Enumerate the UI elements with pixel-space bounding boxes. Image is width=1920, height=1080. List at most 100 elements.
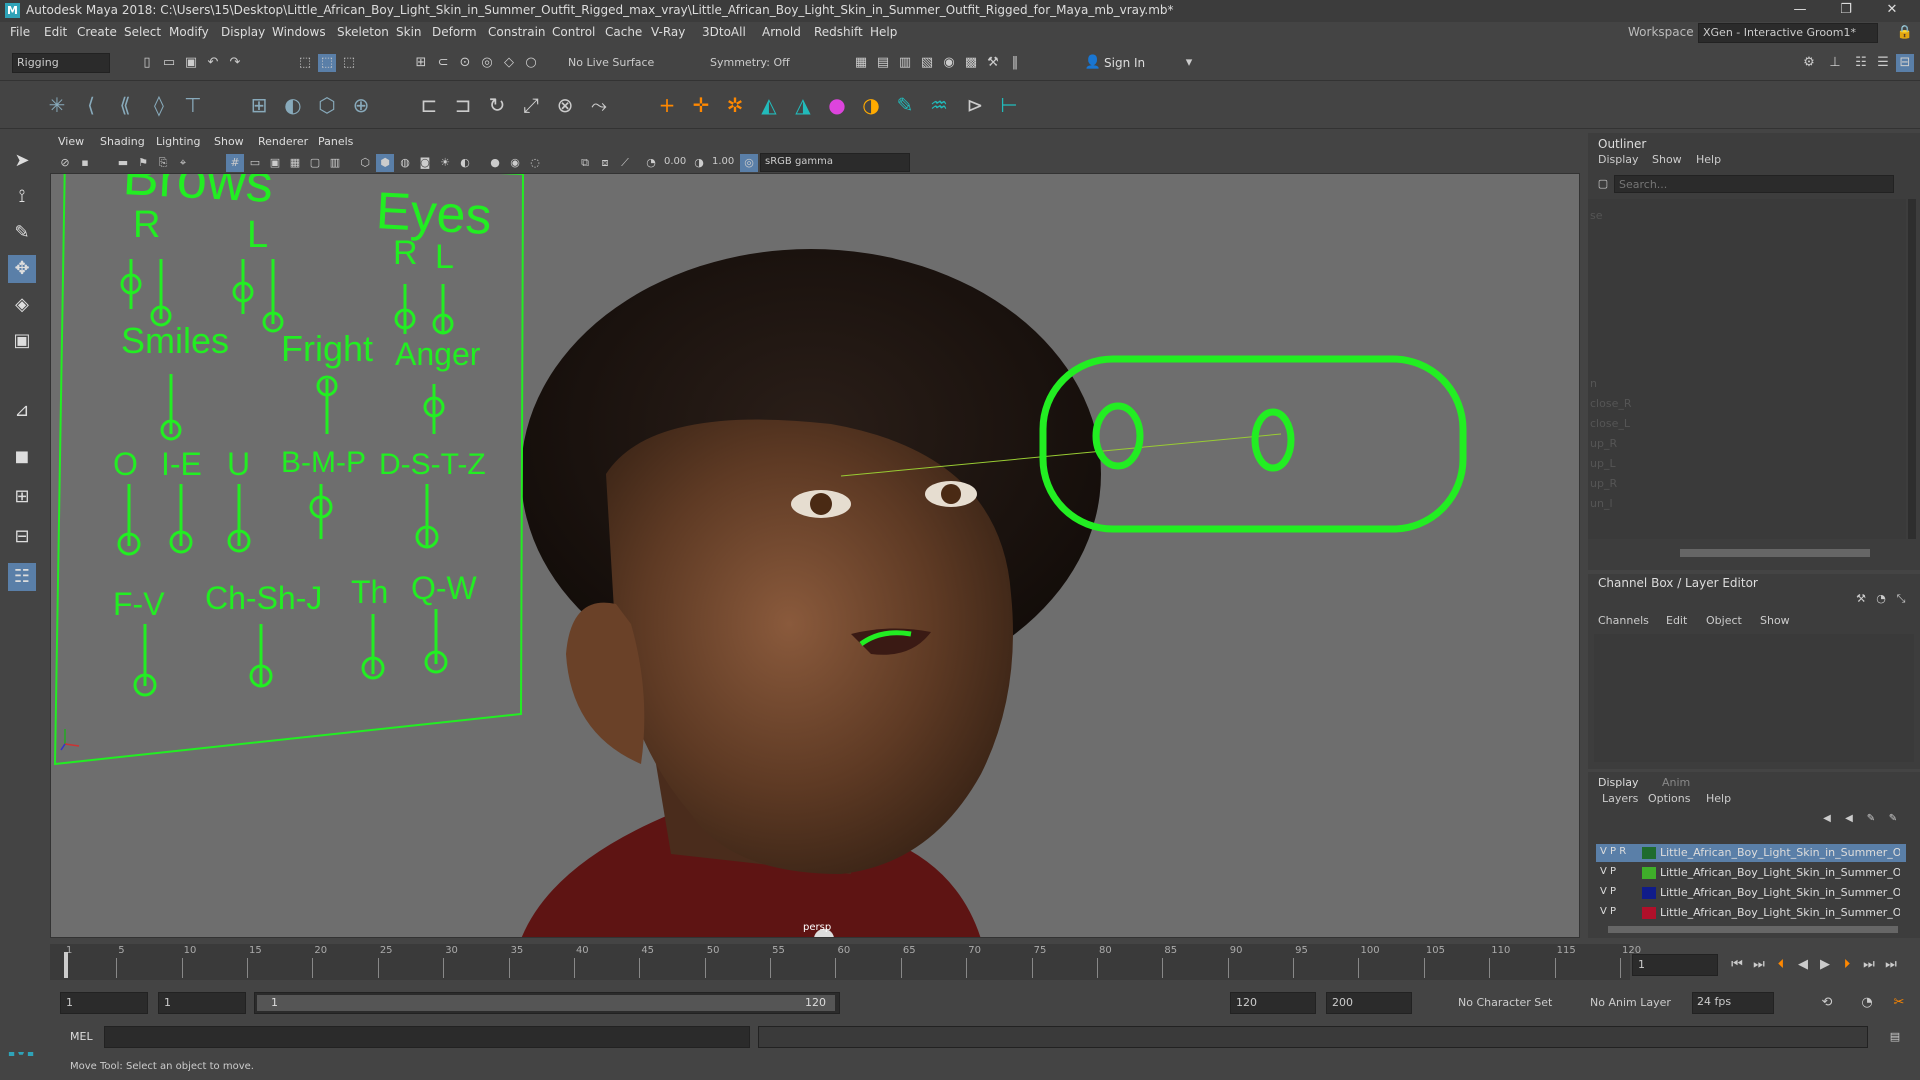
camera-select-icon[interactable]: ⊘ xyxy=(56,154,74,172)
menu-edit[interactable]: Edit xyxy=(44,25,67,39)
outliner-item[interactable]: close_R xyxy=(1590,397,1631,410)
lasso-tool-icon[interactable]: ⟟ xyxy=(8,183,36,211)
channelbox-icon-1[interactable]: ⚒ xyxy=(1852,590,1870,608)
blendshape-icon[interactable]: ◭ xyxy=(756,92,782,118)
current-frame-field[interactable]: 1 xyxy=(1632,954,1718,976)
menu-help[interactable]: Help xyxy=(870,25,897,39)
character-set-dropdown[interactable]: No Character Set xyxy=(1458,996,1552,1009)
outliner-menu-show[interactable]: Show xyxy=(1652,153,1682,166)
eye-aim-r-controller[interactable] xyxy=(1092,402,1144,470)
layer-menu-layers[interactable]: Layers xyxy=(1602,792,1638,805)
workspace-dropdown[interactable]: XGen - Interactive Groom1* xyxy=(1698,23,1878,43)
isolate-select-icon[interactable]: ⧉ xyxy=(576,154,594,172)
grid-icon[interactable]: # xyxy=(226,154,244,172)
undo-icon[interactable]: ↶ xyxy=(204,54,222,72)
layer-row[interactable]: V P Little_African_Boy_Light_Skin_in_Sum… xyxy=(1596,884,1906,902)
tab-display[interactable]: Display xyxy=(1598,776,1639,789)
channelbox-menu-channels[interactable]: Channels xyxy=(1598,614,1649,627)
select-component-icon[interactable]: ⬚ xyxy=(340,54,358,72)
color-management-icon[interactable]: ◎ xyxy=(740,154,758,172)
wireframe-on-shaded-icon[interactable]: ◍ xyxy=(396,154,414,172)
rotate-tool-icon[interactable]: ◈ xyxy=(8,291,36,319)
end-frame-field[interactable]: 200 xyxy=(1326,992,1412,1014)
eye-aim-l-controller[interactable] xyxy=(1251,408,1295,472)
mode-dropdown[interactable]: Rigging xyxy=(12,53,110,73)
ik-spline-icon[interactable]: ⟪ xyxy=(112,92,138,118)
layer-row[interactable]: V P R Little_African_Boy_Light_Skin_in_S… xyxy=(1596,844,1906,862)
move-tool-icon[interactable]: ✥ xyxy=(8,255,36,283)
xray-joints-icon[interactable]: ⟋ xyxy=(616,154,634,172)
persp-outliner-icon[interactable]: ☷ xyxy=(8,563,36,591)
move-layer-up-icon[interactable]: ◀ xyxy=(1818,810,1836,828)
outliner-menu-display[interactable]: Display xyxy=(1598,153,1639,166)
ik-handle-icon[interactable]: ⟨ xyxy=(78,92,104,118)
shape-editor-icon[interactable]: ◑ xyxy=(858,92,884,118)
new-layer-icon[interactable]: ✎ xyxy=(1862,810,1880,828)
snap-surface-icon[interactable]: ◇ xyxy=(500,54,518,72)
aim-constraint-icon[interactable]: ⊗ xyxy=(552,92,578,118)
menu-vray[interactable]: V-Ray xyxy=(651,25,685,39)
exposure-field[interactable]: 0.00 xyxy=(664,156,686,167)
insert-joint-icon[interactable]: ◊ xyxy=(146,92,172,118)
pause-icon[interactable]: ‖ xyxy=(1006,54,1024,72)
menu-skin[interactable]: Skin xyxy=(396,25,422,39)
lights-icon[interactable]: ☀ xyxy=(436,154,454,172)
anim-prefs-icon[interactable]: ✂ xyxy=(1890,994,1908,1012)
bookmark-icon[interactable]: ⚑ xyxy=(134,154,152,172)
joint-tool-icon[interactable]: ✳ xyxy=(44,92,70,118)
snap-vertex-icon[interactable]: ○ xyxy=(522,54,540,72)
loop-icon[interactable]: ⟲ xyxy=(1818,994,1836,1012)
menu-modify[interactable]: Modify xyxy=(169,25,209,39)
attribute-editor-icon[interactable]: ⊥ xyxy=(1826,54,1844,72)
outliner-hscrollbar[interactable] xyxy=(1680,549,1870,557)
lock-icon[interactable]: 🔒 xyxy=(1896,24,1914,42)
layer-row[interactable]: V P Little_African_Boy_Light_Skin_in_Sum… xyxy=(1596,864,1906,882)
ambient-occlusion-icon[interactable]: ● xyxy=(486,154,504,172)
select-hierarchy-icon[interactable]: ⬚ xyxy=(296,54,314,72)
menu-select[interactable]: Select xyxy=(124,25,161,39)
layer-color-swatch[interactable] xyxy=(1642,887,1656,899)
scale-tool-icon[interactable]: ▣ xyxy=(8,327,36,355)
select-tool-icon[interactable]: ➤ xyxy=(8,147,36,175)
menu-constrain[interactable]: Constrain xyxy=(488,25,546,39)
render-frame-icon[interactable]: ▤ xyxy=(874,54,892,72)
channelbox-content[interactable] xyxy=(1594,634,1914,762)
last-tool-icon[interactable]: ⊿ xyxy=(8,397,36,425)
menu-cache[interactable]: Cache xyxy=(605,25,642,39)
restore-button[interactable]: ❐ xyxy=(1826,2,1866,20)
mel-command-input[interactable] xyxy=(104,1026,750,1048)
sphere-icon[interactable]: ● xyxy=(824,92,850,118)
outliner-item[interactable]: un_l xyxy=(1590,497,1613,510)
current-frame-marker[interactable] xyxy=(64,952,68,978)
channelbox-menu-object[interactable]: Object xyxy=(1706,614,1742,627)
point-constraint-icon[interactable]: ⊐ xyxy=(450,92,476,118)
outliner-scrollbar[interactable] xyxy=(1908,199,1916,539)
select-object-icon[interactable]: ⬚ xyxy=(318,54,336,72)
range-slider[interactable]: 1 120 xyxy=(254,992,840,1014)
move-layer-down-icon[interactable]: ◀ xyxy=(1840,810,1858,828)
snap-view-icon[interactable]: ◎ xyxy=(478,54,496,72)
fps-dropdown[interactable]: 24 fps xyxy=(1692,992,1774,1014)
menu-display[interactable]: Display xyxy=(221,25,265,39)
outliner-toggle-icon[interactable]: ⊟ xyxy=(1896,54,1914,72)
snap-point-icon[interactable]: ⊙ xyxy=(456,54,474,72)
pole-vector-icon[interactable]: ⤳ xyxy=(586,92,612,118)
gate-mask-icon[interactable]: ▣ xyxy=(266,154,284,172)
symmetry-dropdown[interactable]: Symmetry: Off xyxy=(710,56,790,69)
safe-title-icon[interactable]: ▥ xyxy=(326,154,344,172)
menu-file[interactable]: File xyxy=(10,25,30,39)
camera-lock-icon[interactable]: ▪ xyxy=(76,154,94,172)
four-view-icon[interactable]: ⊞ xyxy=(8,483,36,511)
vray-render-icon[interactable]: ⚒ xyxy=(984,54,1002,72)
locator-plus-icon[interactable]: ✛ xyxy=(688,92,714,118)
start-frame-field[interactable]: 1 xyxy=(60,992,148,1014)
image-plane-icon[interactable]: ⎘ xyxy=(154,154,172,172)
menu-windows[interactable]: Windows xyxy=(272,25,326,39)
play-back-icon[interactable]: ◀ xyxy=(1794,956,1812,974)
exposure-icon[interactable]: ◔ xyxy=(642,154,660,172)
tool-settings-icon[interactable]: ☷ xyxy=(1852,54,1870,72)
field-chart-icon[interactable]: ▦ xyxy=(286,154,304,172)
layer-color-swatch[interactable] xyxy=(1642,907,1656,919)
viewport-persp[interactable]: Brows R L Eyes R L Smiles Fright Anger O… xyxy=(50,173,1580,938)
ipr-render-icon[interactable]: ▥ xyxy=(896,54,914,72)
